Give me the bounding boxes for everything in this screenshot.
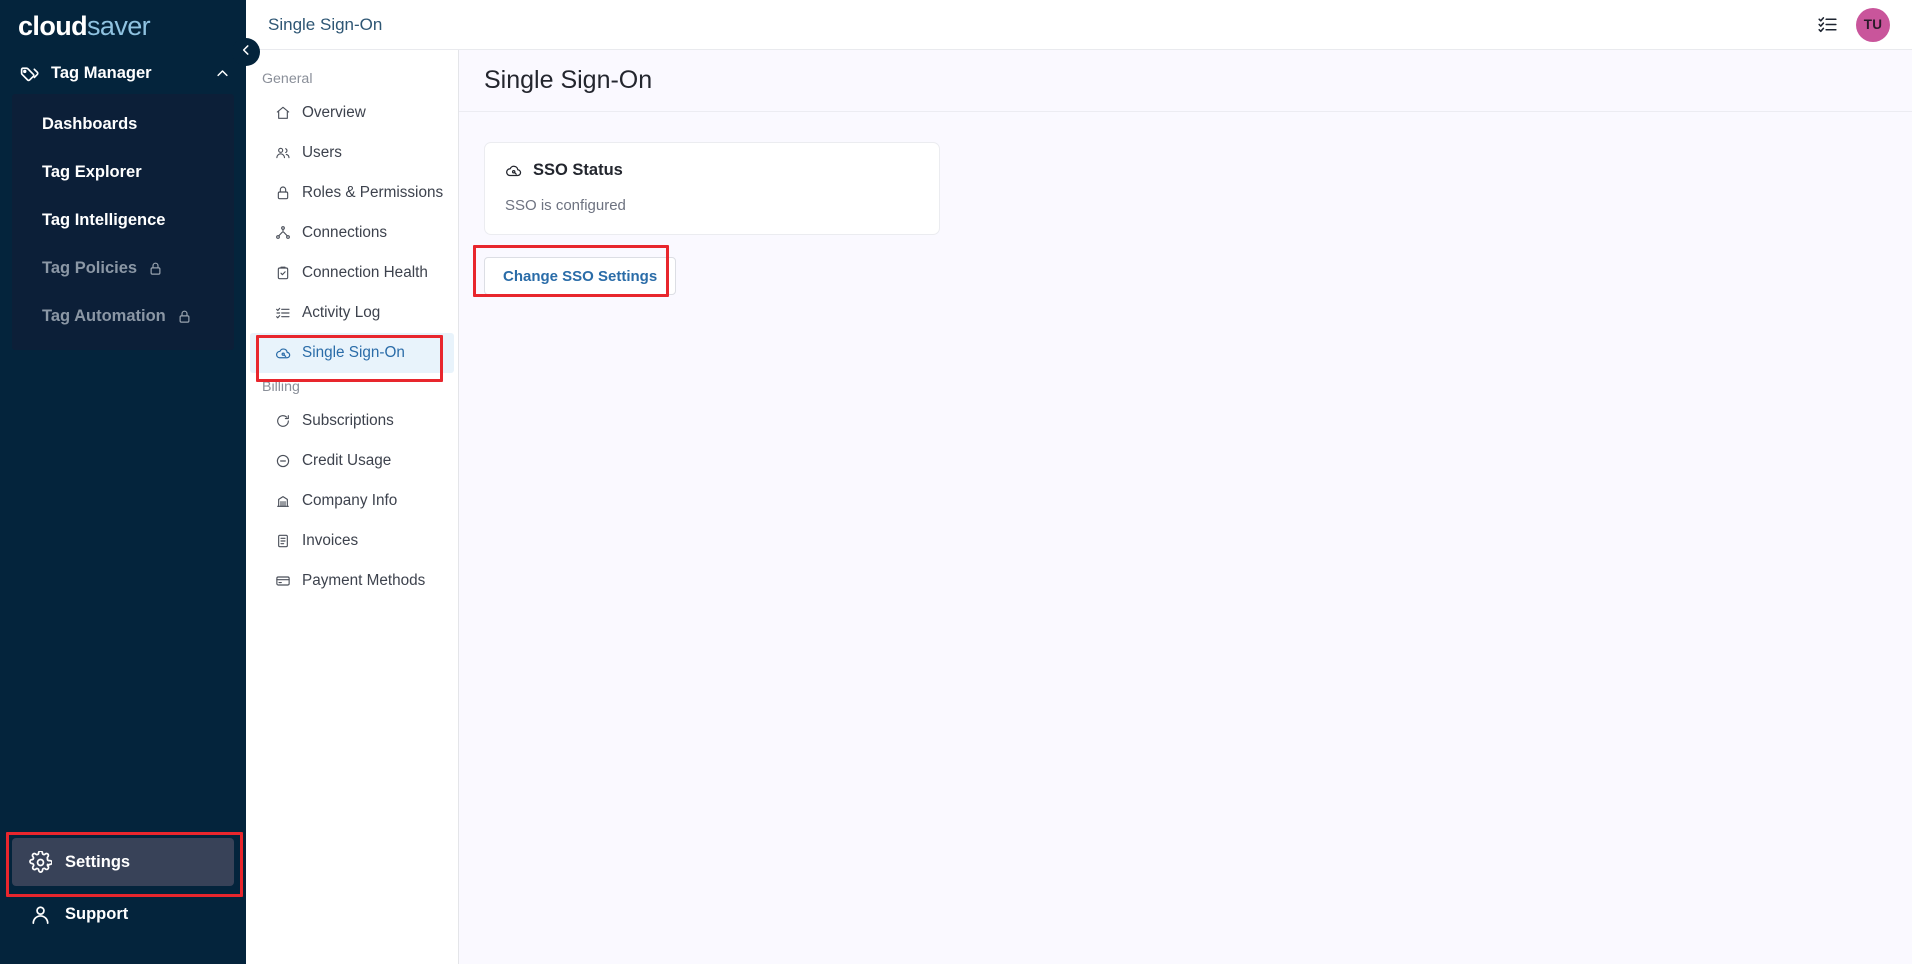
- sidebar-bottom-group: Settings Support: [0, 838, 246, 964]
- subnav-item-users[interactable]: Users: [250, 133, 454, 173]
- subnav-item-label: Connections: [302, 224, 388, 241]
- primary-sidebar: cloudsaver Tag Manager Dashboards Tag Ex…: [0, 0, 246, 964]
- sidebar-item-label: Settings: [65, 852, 131, 871]
- subnav-item-label: Single Sign-On: [302, 344, 405, 361]
- sidebar-item-settings[interactable]: Settings: [12, 838, 234, 886]
- body-row: General Overview Users Roles & Permissio…: [246, 50, 1912, 964]
- logo-secondary-text: saver: [87, 10, 151, 41]
- subnav-item-payment-methods[interactable]: Payment Methods: [250, 561, 454, 601]
- page-header: Single Sign-On: [459, 50, 1912, 112]
- subnav-item-label: Users: [302, 144, 342, 161]
- sso-status-title: SSO Status: [533, 161, 623, 179]
- sidebar-item-tag-explorer[interactable]: Tag Explorer: [12, 148, 234, 196]
- sidebar-item-label: Dashboards: [42, 114, 138, 133]
- subnav-item-label: Payment Methods: [302, 572, 426, 589]
- settings-subnav: General Overview Users Roles & Permissio…: [246, 50, 459, 964]
- sidebar-collapse-button[interactable]: [232, 38, 260, 66]
- sidebar-item-tag-policies: Tag Policies: [12, 244, 234, 292]
- lock-icon: [177, 309, 192, 324]
- sso-status-card-header: SSO Status: [505, 161, 919, 180]
- subnav-item-single-sign-on[interactable]: Single Sign-On: [250, 333, 454, 373]
- subnav-item-activity-log[interactable]: Activity Log: [250, 293, 454, 333]
- sidebar-item-label: Tag Explorer: [42, 162, 142, 181]
- document-icon: [274, 532, 292, 550]
- sidebar-item-label: Tag Automation: [42, 306, 166, 325]
- subnav-item-label: Overview: [302, 104, 366, 121]
- lock-icon: [274, 184, 292, 202]
- cloud-key-icon: [505, 162, 523, 180]
- lock-icon: [148, 261, 163, 276]
- subnav-item-overview[interactable]: Overview: [250, 93, 454, 133]
- change-sso-settings-button[interactable]: Change SSO Settings: [484, 257, 677, 295]
- lifebuoy-icon: [28, 902, 52, 926]
- sidebar-item-label: Support: [65, 904, 129, 923]
- subnav-item-subscriptions[interactable]: Subscriptions: [250, 401, 454, 441]
- sidebar-item-label: Tag Policies: [42, 258, 138, 277]
- page-title: Single Sign-On: [484, 66, 653, 94]
- sidebar-item-label: Tag Intelligence: [42, 210, 166, 229]
- main-body: SSO Status SSO is configured Change SSO …: [459, 112, 1912, 964]
- sidebar-item-tag-automation: Tag Automation: [12, 292, 234, 340]
- sidebar-submenu: Dashboards Tag Explorer Tag Intelligence…: [12, 94, 234, 350]
- breadcrumb[interactable]: Single Sign-On: [268, 15, 382, 35]
- list-checks-icon: [274, 304, 292, 322]
- refresh-circle-icon: [274, 412, 292, 430]
- main-content: Single Sign-On SSO Status SSO is configu…: [459, 50, 1912, 964]
- avatar[interactable]: TU: [1856, 7, 1890, 42]
- sidebar-item-tag-intelligence[interactable]: Tag Intelligence: [12, 196, 234, 244]
- sidebar-section-tag-manager[interactable]: Tag Manager: [0, 52, 246, 94]
- clipboard-check-icon: [274, 264, 292, 282]
- tags-icon: [18, 62, 40, 84]
- sidebar-item-support[interactable]: Support: [12, 890, 234, 938]
- subnav-item-invoices[interactable]: Invoices: [250, 521, 454, 561]
- sso-status-text: SSO is configured: [505, 197, 626, 214]
- app-root: cloudsaver Tag Manager Dashboards Tag Ex…: [0, 0, 1912, 964]
- gear-icon: [28, 850, 52, 874]
- subnav-item-label: Invoices: [302, 532, 359, 549]
- cloud-key-icon: [274, 344, 292, 362]
- subnav-item-credit-usage[interactable]: Credit Usage: [250, 441, 454, 481]
- subnav-group-label-billing: Billing: [262, 379, 300, 395]
- credit-card-icon: [274, 572, 292, 590]
- logo-primary-text: cloud: [18, 10, 88, 41]
- subnav-item-label: Roles & Permissions: [302, 184, 444, 201]
- chevron-left-icon: [239, 43, 253, 62]
- app-logo[interactable]: cloudsaver: [0, 0, 246, 52]
- subnav-item-label: Activity Log: [302, 304, 381, 321]
- subnav-group-label-general: General: [262, 71, 313, 87]
- checklist-icon[interactable]: [1812, 10, 1842, 40]
- subnav-item-connection-health[interactable]: Connection Health: [250, 253, 454, 293]
- network-icon: [274, 224, 292, 242]
- subnav-item-label: Connection Health: [302, 264, 428, 281]
- sso-action-row: Change SSO Settings: [484, 257, 1887, 295]
- right-pane: Single Sign-On TU General Overview Users…: [246, 0, 1912, 964]
- users-icon: [274, 144, 292, 162]
- subnav-item-company-info[interactable]: Company Info: [250, 481, 454, 521]
- subnav-item-connections[interactable]: Connections: [250, 213, 454, 253]
- chevron-up-icon[interactable]: [214, 65, 230, 81]
- sidebar-item-dashboards[interactable]: Dashboards: [12, 100, 234, 148]
- minus-circle-icon: [274, 452, 292, 470]
- subnav-item-label: Credit Usage: [302, 452, 392, 469]
- subnav-item-roles-permissions[interactable]: Roles & Permissions: [250, 173, 454, 213]
- subnav-item-label: Subscriptions: [302, 412, 394, 429]
- sso-status-card: SSO Status SSO is configured: [484, 142, 940, 235]
- subnav-item-label: Company Info: [302, 492, 398, 509]
- bank-icon: [274, 492, 292, 510]
- topbar: Single Sign-On TU: [246, 0, 1912, 50]
- sidebar-section-label: Tag Manager: [51, 63, 152, 82]
- home-icon: [274, 104, 292, 122]
